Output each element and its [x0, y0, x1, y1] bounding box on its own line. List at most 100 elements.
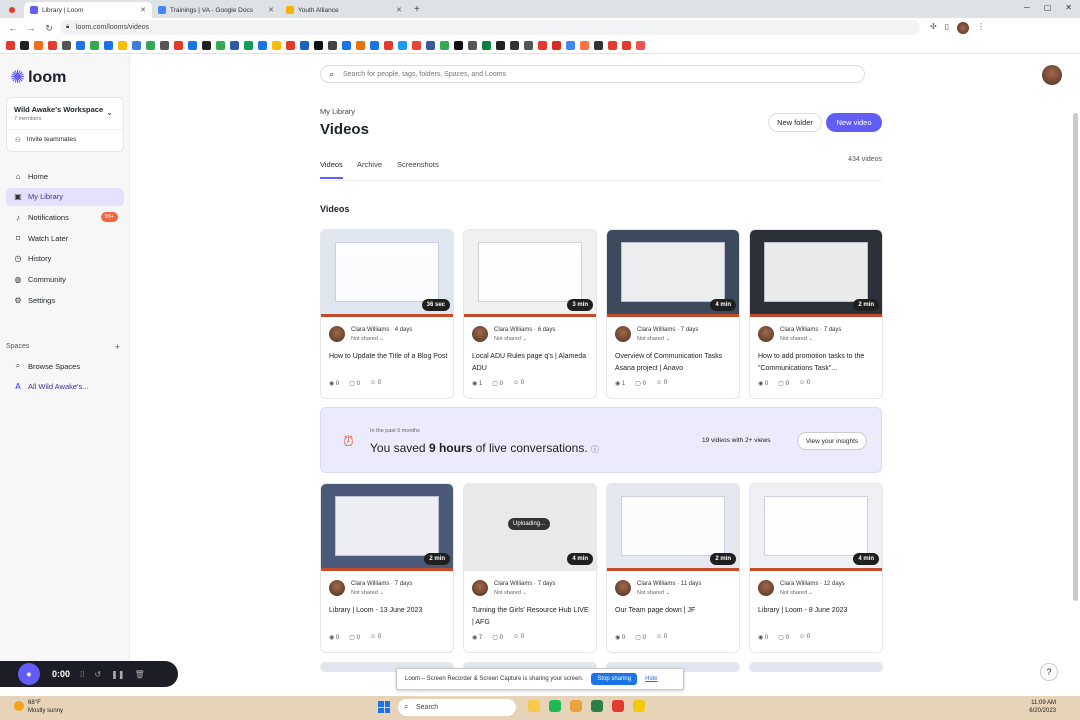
bookmark-icon[interactable] — [132, 41, 141, 50]
share-status[interactable]: Not shared ⌄ — [494, 590, 527, 596]
browser-tab[interactable]: Library | Loom ✕ — [24, 2, 152, 18]
taskbar-app-icon[interactable] — [570, 700, 582, 712]
video-card[interactable]: 36 sec Clara Williams · 4 days Not shared … — [320, 229, 454, 399]
sidebar-item-watch-later[interactable]: ⌑ Watch Later — [6, 229, 124, 247]
bookmark-icon[interactable] — [622, 41, 631, 50]
trash-icon[interactable]: 🗑︎ — [135, 670, 145, 679]
bookmark-icon[interactable] — [496, 41, 505, 50]
bookmark-icon[interactable] — [48, 41, 57, 50]
bookmark-icon[interactable] — [328, 41, 337, 50]
bookmark-icon[interactable] — [174, 41, 183, 50]
sidebar-item-community[interactable]: ◍ Community — [6, 271, 124, 289]
video-thumbnail[interactable]: 3 min — [464, 230, 596, 317]
stop-sharing-button[interactable]: Stop sharing — [591, 673, 638, 685]
maximize-icon[interactable]: ▢ — [1044, 3, 1052, 12]
sidebar-item-settings[interactable]: ⚙ Settings — [6, 291, 124, 309]
bookmark-icon[interactable] — [398, 41, 407, 50]
minimize-icon[interactable]: ─ — [1024, 3, 1030, 12]
taskbar-app-icon[interactable] — [612, 700, 624, 712]
video-title[interactable]: How to Update the Title of a Blog Post — [329, 351, 449, 363]
bookmark-icon[interactable] — [482, 41, 491, 50]
close-tab-icon[interactable]: ✕ — [268, 6, 274, 14]
info-icon[interactable]: ⓘ — [591, 445, 599, 454]
bookmark-icon[interactable] — [412, 41, 421, 50]
browser-tab[interactable]: Trainings | VA - Google Docs ✕ — [152, 2, 280, 18]
sidebar-item-home[interactable]: ⌂ Home — [6, 167, 124, 185]
drag-handle-icon[interactable]: ⁞⁞ — [80, 670, 84, 679]
taskbar-app-icon[interactable] — [633, 700, 645, 712]
more-icon[interactable]: ⋮ — [977, 22, 985, 34]
bookmark-icon[interactable] — [188, 41, 197, 50]
restart-icon[interactable]: ↺ — [94, 670, 101, 679]
bookmark-icon[interactable] — [258, 41, 267, 50]
add-space-icon[interactable]: + — [115, 342, 120, 352]
video-title[interactable]: Turning the Girls' Resource Hub LIVE | A… — [472, 605, 592, 629]
bookmark-icon[interactable] — [6, 41, 15, 50]
close-tab-icon[interactable]: ✕ — [396, 6, 402, 14]
bookmark-icon[interactable] — [342, 41, 351, 50]
close-icon[interactable]: ✕ — [1065, 3, 1072, 12]
sidebar-item-history[interactable]: ◷ History — [6, 250, 124, 268]
profile-avatar[interactable] — [957, 22, 970, 34]
video-card[interactable]: Uploading... 4 min Clara Williams · 7 days… — [463, 483, 597, 653]
share-status[interactable]: Not shared ⌄ — [351, 336, 384, 342]
bookmark-icon[interactable] — [384, 41, 393, 50]
video-title[interactable]: Local ADU Rules page q's | Alameda ADU — [472, 351, 592, 375]
url-field[interactable]: 🔒︎ loom.com/looms/videos — [60, 20, 920, 35]
bookmark-icon[interactable] — [118, 41, 127, 50]
bookmark-icon[interactable] — [202, 41, 211, 50]
chevron-down-icon[interactable]: ⌄ — [106, 108, 113, 117]
scrollbar[interactable] — [1073, 113, 1078, 601]
bookmark-icon[interactable] — [608, 41, 617, 50]
bookmark-icon[interactable] — [636, 41, 645, 50]
new-video-button[interactable]: New video — [826, 113, 882, 132]
video-thumbnail[interactable]: 4 min — [750, 484, 882, 571]
video-title[interactable]: Library | Loom - 8 June 2023 — [758, 605, 878, 617]
video-card[interactable]: 2 min Clara Williams · 11 days Not shared … — [606, 483, 740, 653]
bookmark-icon[interactable] — [104, 41, 113, 50]
share-status[interactable]: Not shared ⌄ — [637, 336, 670, 342]
video-card[interactable] — [749, 662, 883, 672]
taskbar-app-icon[interactable] — [591, 700, 603, 712]
share-status[interactable]: Not shared ⌄ — [780, 336, 813, 342]
browser-tab[interactable]: Youth Alliance ✕ — [280, 2, 408, 18]
sidepanel-icon[interactable]: ▯ — [945, 22, 949, 34]
weather-widget[interactable]: 68°F Mostly sunny — [14, 699, 63, 715]
tab-videos[interactable]: Videos — [320, 160, 343, 179]
video-card[interactable]: 2 min Clara Williams · 7 days Not shared ⌄… — [749, 229, 883, 399]
video-thumbnail[interactable]: 4 min — [607, 230, 739, 317]
bookmark-icon[interactable] — [468, 41, 477, 50]
share-status[interactable]: Not shared ⌄ — [494, 336, 527, 342]
forward-icon[interactable]: → — [26, 23, 36, 33]
close-tab-icon[interactable]: ✕ — [140, 6, 146, 14]
view-insights-button[interactable]: View your insights — [797, 432, 867, 450]
bookmark-icon[interactable] — [244, 41, 253, 50]
system-clock[interactable]: 11:09 AM 6/20/2023 — [1029, 699, 1056, 715]
invite-teammates-button[interactable]: ⚇ Invite teammates — [15, 136, 76, 144]
new-tab-button[interactable]: + — [414, 2, 420, 18]
bookmark-icon[interactable] — [552, 41, 561, 50]
bookmark-icon[interactable] — [440, 41, 449, 50]
video-title[interactable]: Overview of Communication Tasks Asana pr… — [615, 351, 735, 375]
puzzle-icon[interactable]: ✣ — [930, 22, 937, 34]
sidebar-item-notifications[interactable]: ♪ Notifications 99+ — [6, 208, 124, 226]
video-thumbnail[interactable]: 2 min — [750, 230, 882, 317]
pause-icon[interactable]: ❚❚ — [111, 670, 124, 679]
bookmark-icon[interactable] — [146, 41, 155, 50]
video-title[interactable]: How to add promotion tasks to the "Commu… — [758, 351, 878, 375]
taskbar-app-icon[interactable] — [528, 700, 540, 712]
search-input[interactable]: ⌕ Search for people, tags, folders, Spac… — [320, 65, 865, 83]
video-card[interactable]: 4 min Clara Williams · 12 days Not shared … — [749, 483, 883, 653]
video-thumbnail[interactable]: Uploading... 4 min — [464, 484, 596, 571]
loom-logo[interactable]: ✺ loom — [10, 67, 66, 88]
video-title[interactable]: Our Team page down | JF — [615, 605, 735, 617]
tab-archive[interactable]: Archive — [357, 160, 382, 169]
breadcrumb[interactable]: My Library — [320, 107, 355, 116]
video-card[interactable]: 3 min Clara Williams · 6 days Not shared ⌄… — [463, 229, 597, 399]
bookmark-icon[interactable] — [426, 41, 435, 50]
tab-screenshots[interactable]: Screenshots — [397, 160, 439, 169]
bookmark-icon[interactable] — [580, 41, 589, 50]
share-status[interactable]: Not shared ⌄ — [780, 590, 813, 596]
taskbar-app-icon[interactable] — [549, 700, 561, 712]
windows-start-icon[interactable] — [378, 701, 390, 713]
